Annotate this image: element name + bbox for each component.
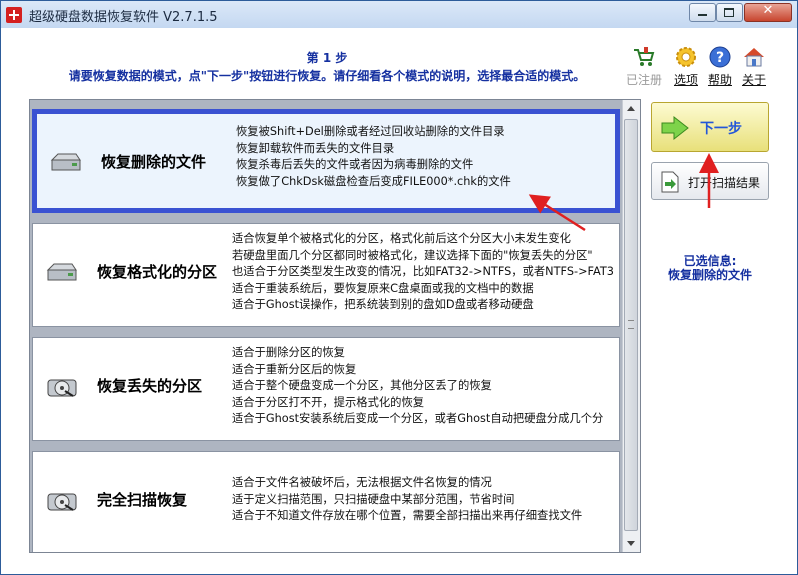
- description-line: 恢复杀毒后丢失的文件或者因为病毒删除的文件: [236, 158, 474, 171]
- description-line: 适合于删除分区的恢复: [232, 346, 345, 359]
- mode-title: 恢复格式化的分区: [97, 262, 218, 281]
- description-line: 适于定义扫描范围，只扫描硬盘中某部分范围，节省时间: [232, 492, 515, 506]
- mode-title: 恢复删除的文件: [101, 152, 207, 171]
- description-line: 恢复做了ChkDsk磁盘检查后变成FILE000*.chk的文件: [236, 174, 511, 188]
- mode-formatted-partition[interactable]: 恢复格式化的分区 适合恢复单个被格式化的分区，格式化前后这个分区大小未发生变化 …: [32, 223, 620, 327]
- description-line: 恢复卸载软件而丢失的文件目录: [236, 141, 395, 155]
- document-arrow-icon: [661, 171, 679, 193]
- mode-description: 适合于删除分区的恢复 适合于重新分区后的恢复 适合于整个硬盘变成一个分区，其他分…: [232, 345, 603, 428]
- description-line: 适合于整个硬盘变成一个分区，其他分区丢了的恢复: [232, 379, 492, 392]
- about-button[interactable]: 关于: [734, 45, 774, 88]
- mode-full-scan[interactable]: 完全扫描恢复 适合于文件名被破坏后，无法根据文件名恢复的情况 适于定义扫描范围，…: [32, 451, 620, 552]
- svg-text:?: ?: [716, 50, 724, 66]
- close-icon: ✕: [762, 3, 774, 18]
- scroll-up-arrow-icon[interactable]: [623, 100, 640, 117]
- green-arrow-icon: [661, 115, 689, 141]
- description-line: 适合于重新分区后的恢复: [232, 362, 357, 376]
- gear-icon: [676, 47, 696, 67]
- vertical-scrollbar[interactable]: [622, 100, 640, 552]
- home-icon: [744, 48, 764, 67]
- description-line: 适合于不知道文件存放在哪个位置，需要全部扫描出来再仔细查找文件: [232, 509, 583, 522]
- scroll-thumb[interactable]: [624, 119, 638, 531]
- next-step-button[interactable]: 下一步: [651, 102, 769, 152]
- scroll-down-arrow-icon[interactable]: [623, 535, 640, 552]
- description-line: 适合于分区打不开，提示格式化的恢复: [232, 395, 425, 409]
- mode-description: 恢复被Shift+Del删除或者经过回收站删除的文件目录 恢复卸载软件而丢失的文…: [236, 124, 511, 190]
- open-scan-results-label: 打开扫描结果: [688, 176, 761, 190]
- app-logo-icon: [6, 7, 22, 23]
- disk-cd-icon: [47, 493, 77, 511]
- step-title: 第 1 步: [306, 51, 348, 65]
- instruction-text: 请要恢复数据的模式，点"下一步"按钮进行恢复。请仔细看各个模式的说明，选择最合适…: [68, 69, 586, 83]
- registered-button[interactable]: 已注册: [624, 45, 664, 88]
- open-scan-results-button[interactable]: 打开扫描结果: [651, 162, 769, 200]
- mode-title: 恢复丢失的分区: [97, 376, 203, 395]
- mode-lost-partition[interactable]: 恢复丢失的分区 适合于删除分区的恢复 适合于重新分区后的恢复 适合于整个硬盘变成…: [32, 337, 620, 441]
- description-line: 适合于Ghost误操作，把系统装到别的盘如D盘或者移动硬盘: [232, 298, 534, 311]
- help-icon: ?: [709, 46, 731, 68]
- cart-icon: [634, 47, 655, 66]
- title-bar[interactable]: 超级硬盘数据恢复软件 V2.7.1.5 ✕: [1, 1, 797, 28]
- mode-description: 适合于文件名被破坏后，无法根据文件名恢复的情况 适于定义扫描范围，只扫描硬盘中某…: [232, 475, 582, 525]
- description-line: 若硬盘里面几个分区都同时被格式化，建议选择下面的"恢复丢失的分区": [232, 248, 593, 262]
- minimize-button[interactable]: [689, 3, 716, 22]
- mode-deleted-files[interactable]: 恢复删除的文件 恢复被Shift+Del删除或者经过回收站删除的文件目录 恢复卸…: [32, 109, 620, 213]
- description-line: 恢复被Shift+Del删除或者经过回收站删除的文件目录: [236, 125, 505, 138]
- description-line: 也适合于分区类型发生改变的情况，比如FAT32->NTFS，或者NTFS->FA…: [232, 265, 614, 278]
- about-label: 关于: [741, 73, 766, 87]
- mode-list: 恢复删除的文件 恢复被Shift+Del删除或者经过回收站删除的文件目录 恢复卸…: [29, 99, 641, 553]
- description-line: 适合于Ghost安装系统后变成一个分区，或者Ghost自动把硬盘分成几个分: [232, 412, 604, 425]
- description-line: 适合于重装系统后，要恢复原来C盘桌面或我的文档中的数据: [232, 281, 534, 295]
- close-button[interactable]: ✕: [744, 3, 792, 22]
- maximize-button[interactable]: [716, 3, 743, 22]
- disk-icon: [46, 263, 77, 281]
- mode-title: 完全扫描恢复: [97, 490, 188, 509]
- disk-cd-icon: [47, 379, 77, 397]
- registered-label: 已注册: [625, 73, 662, 87]
- app-window: 超级硬盘数据恢复软件 V2.7.1.5 ✕ 第 1 步 请要恢复数据的模式，点"…: [0, 0, 798, 575]
- next-step-label: 下一步: [700, 121, 742, 137]
- window-title: 超级硬盘数据恢复软件 V2.7.1.5: [29, 10, 218, 25]
- selected-info-value: 恢复删除的文件: [667, 268, 752, 282]
- description-line: 适合于文件名被破坏后，无法根据文件名恢复的情况: [232, 476, 492, 489]
- description-line: 适合恢复单个被格式化的分区，格式化前后这个分区大小未发生变化: [232, 232, 571, 245]
- disk-icon: [50, 153, 81, 171]
- mode-description: 适合恢复单个被格式化的分区，格式化前后这个分区大小未发生变化 若硬盘里面几个分区…: [232, 231, 614, 314]
